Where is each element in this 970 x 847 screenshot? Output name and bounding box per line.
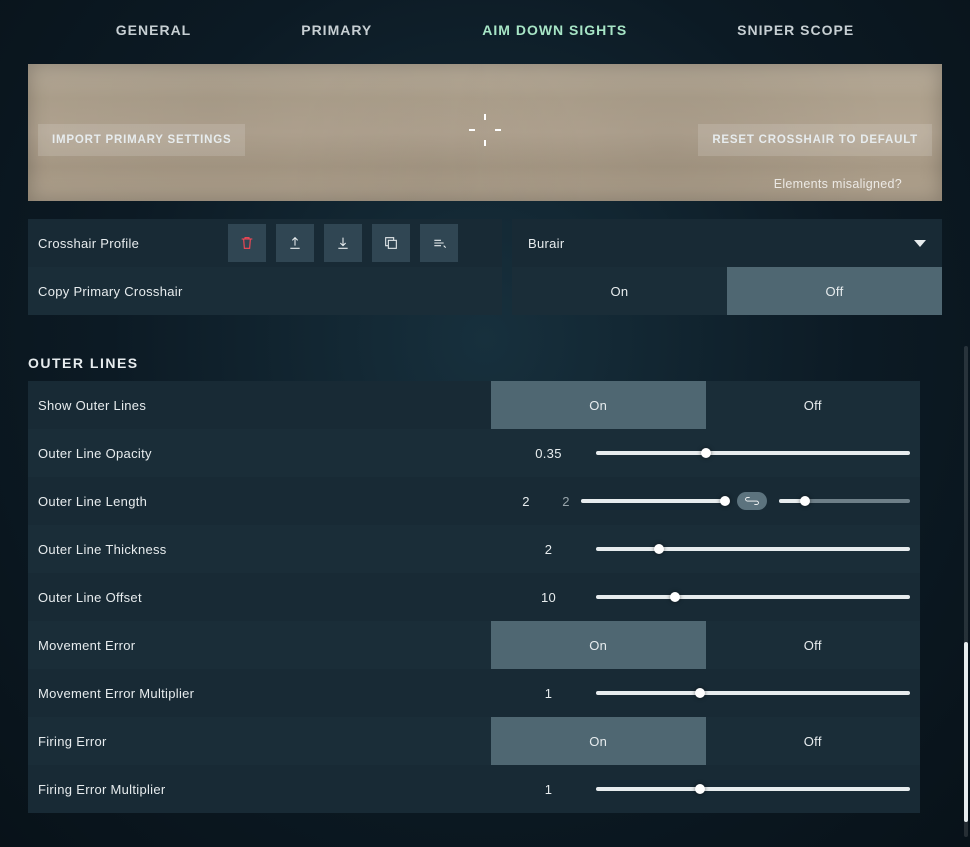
- copy-primary-on[interactable]: On: [512, 267, 727, 315]
- chevron-down-icon: [914, 240, 926, 247]
- crosshair-icon: [465, 110, 505, 150]
- outer-line-thickness-value[interactable]: 2: [501, 542, 596, 557]
- misaligned-link[interactable]: Elements misaligned?: [774, 177, 902, 191]
- outer-line-length-value[interactable]: 2: [501, 494, 551, 509]
- firing-error-on[interactable]: On: [491, 717, 706, 765]
- settings-tabs: GENERAL PRIMARY AIM DOWN SIGHTS SNIPER S…: [0, 0, 970, 56]
- copy-profile-button[interactable]: [372, 224, 410, 262]
- row-outer-line-length: Outer Line Length 2 2: [28, 477, 920, 525]
- outer-line-thickness-label: Outer Line Thickness: [28, 525, 491, 573]
- movement-error-multiplier-label: Movement Error Multiplier: [28, 669, 491, 717]
- outer-line-length-value2[interactable]: 2: [551, 494, 581, 509]
- crosshair-preview-panel: IMPORT PRIMARY SETTINGS RESET CROSSHAIR …: [28, 64, 942, 201]
- outer-line-offset-label: Outer Line Offset: [28, 573, 491, 621]
- import-profile-button[interactable]: [324, 224, 362, 262]
- profile-selected-value: Burair: [528, 236, 564, 251]
- row-firing-error: Firing Error On Off: [28, 717, 920, 765]
- profile-label: Crosshair Profile: [38, 236, 218, 251]
- show-outer-lines-on[interactable]: On: [491, 381, 706, 429]
- row-firing-error-multiplier: Firing Error Multiplier 1: [28, 765, 920, 813]
- movement-error-label: Movement Error: [28, 621, 491, 669]
- copy-primary-off[interactable]: Off: [727, 267, 942, 315]
- row-outer-line-thickness: Outer Line Thickness 2: [28, 525, 920, 573]
- show-outer-lines-off[interactable]: Off: [706, 381, 921, 429]
- tab-primary[interactable]: PRIMARY: [301, 22, 372, 38]
- outer-line-length-label: Outer Line Length: [28, 477, 491, 525]
- delete-icon: [239, 235, 255, 251]
- crosshair-profile-bar: Crosshair Profile Burair: [28, 219, 942, 267]
- scrollbar-track[interactable]: [964, 346, 968, 837]
- movement-error-multiplier-slider[interactable]: [596, 691, 910, 695]
- tab-aim-down-sights[interactable]: AIM DOWN SIGHTS: [482, 22, 627, 38]
- outer-line-opacity-label: Outer Line Opacity: [28, 429, 491, 477]
- firing-error-multiplier-label: Firing Error Multiplier: [28, 765, 491, 813]
- outer-lines-list: Show Outer Lines On Off Outer Line Opaci…: [28, 381, 942, 813]
- copy-primary-label: Copy Primary Crosshair: [28, 267, 502, 315]
- row-outer-line-opacity: Outer Line Opacity 0.35: [28, 429, 920, 477]
- copy-icon: [383, 235, 399, 251]
- copy-primary-toggle: On Off: [512, 267, 942, 315]
- firing-error-multiplier-slider[interactable]: [596, 787, 910, 791]
- outer-line-length-slider-b[interactable]: [779, 499, 910, 503]
- row-outer-line-offset: Outer Line Offset 10: [28, 573, 920, 621]
- edit-profile-button[interactable]: [420, 224, 458, 262]
- outer-line-thickness-slider[interactable]: [596, 547, 910, 551]
- show-outer-lines-label: Show Outer Lines: [28, 381, 491, 429]
- outer-lines-heading: OUTER LINES: [28, 355, 942, 371]
- import-icon: [335, 235, 351, 251]
- row-movement-error-multiplier: Movement Error Multiplier 1: [28, 669, 920, 717]
- firing-error-label: Firing Error: [28, 717, 491, 765]
- copy-primary-row: Copy Primary Crosshair On Off: [28, 267, 942, 315]
- outer-line-offset-slider[interactable]: [596, 595, 910, 599]
- export-icon: [287, 235, 303, 251]
- movement-error-on[interactable]: On: [491, 621, 706, 669]
- reset-crosshair-button[interactable]: RESET CROSSHAIR TO DEFAULT: [698, 124, 932, 156]
- delete-profile-button[interactable]: [228, 224, 266, 262]
- export-profile-button[interactable]: [276, 224, 314, 262]
- link-icon: [745, 496, 759, 506]
- import-primary-settings-button[interactable]: IMPORT PRIMARY SETTINGS: [38, 124, 245, 156]
- movement-error-off[interactable]: Off: [706, 621, 921, 669]
- length-link-toggle[interactable]: [737, 492, 767, 510]
- outer-line-offset-value[interactable]: 10: [501, 590, 596, 605]
- edit-icon: [431, 235, 447, 251]
- row-show-outer-lines: Show Outer Lines On Off: [28, 381, 920, 429]
- movement-error-multiplier-value[interactable]: 1: [501, 686, 596, 701]
- tab-sniper-scope[interactable]: SNIPER SCOPE: [737, 22, 854, 38]
- firing-error-multiplier-value[interactable]: 1: [501, 782, 596, 797]
- tab-general[interactable]: GENERAL: [116, 22, 191, 38]
- outer-line-opacity-value[interactable]: 0.35: [501, 446, 596, 461]
- firing-error-off[interactable]: Off: [706, 717, 921, 765]
- scrollbar-thumb[interactable]: [964, 642, 968, 822]
- outer-line-length-slider-a[interactable]: [581, 499, 725, 503]
- profile-controls: Crosshair Profile: [28, 219, 502, 267]
- outer-line-opacity-slider[interactable]: [596, 451, 910, 455]
- profile-select[interactable]: Burair: [512, 219, 942, 267]
- row-movement-error: Movement Error On Off: [28, 621, 920, 669]
